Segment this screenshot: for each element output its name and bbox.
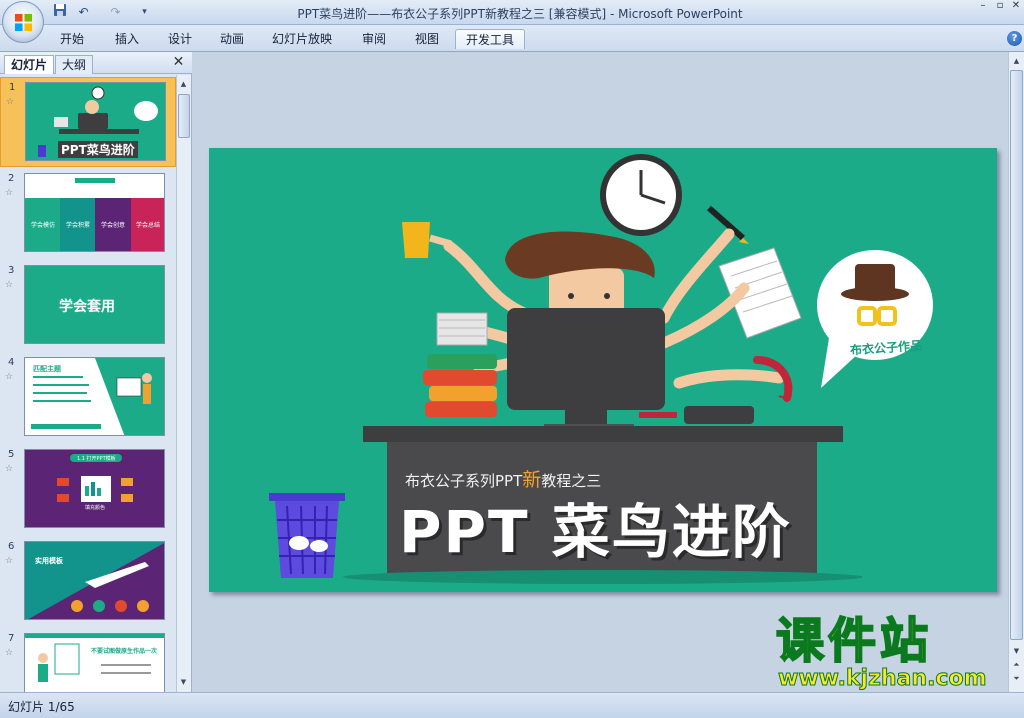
thumbnail-title: 不要试图做原生作品一次 bbox=[91, 648, 158, 655]
close-icon[interactable]: ✕ bbox=[1008, 0, 1024, 13]
thumbnail-title: 1.1 打开PPT模板 bbox=[77, 456, 116, 462]
thumbnail-image: 实用模板 bbox=[24, 541, 165, 620]
thumbnail-title: 匹配主题 bbox=[33, 365, 61, 373]
scrollbar-thumb[interactable] bbox=[1010, 70, 1023, 640]
thumbnail-image: 1.1 打开PPT模板 填充颜色 bbox=[24, 449, 165, 528]
slide-counter: 幻灯片 1/65 bbox=[8, 700, 75, 714]
thumbnail-image: 学会套用 bbox=[24, 265, 165, 344]
slide-title: PPT 菜鸟进阶 bbox=[399, 498, 792, 566]
trash-bin-icon bbox=[269, 493, 345, 578]
tab-slideshow[interactable]: 幻灯片放映 bbox=[270, 29, 334, 49]
status-bar: 幻灯片 1/65 bbox=[0, 692, 1024, 718]
animation-star-icon: ☆ bbox=[5, 280, 14, 290]
slide-thumbnail-6[interactable]: 6 ☆ 实用模板 bbox=[0, 537, 176, 627]
scroll-up-icon[interactable]: ▲ bbox=[177, 77, 190, 91]
ribbon: 开始 插入 设计 动画 幻灯片放映 审阅 视图 开发工具 ? bbox=[0, 25, 1024, 52]
scroll-down-icon[interactable]: ▼ bbox=[177, 675, 190, 689]
tab-view[interactable]: 视图 bbox=[413, 29, 441, 49]
tab-outline[interactable]: 大纲 bbox=[55, 55, 94, 74]
scroll-up-icon[interactable]: ▲ bbox=[1010, 54, 1023, 68]
coffee-cup-icon bbox=[402, 222, 452, 258]
clock-icon bbox=[600, 154, 682, 236]
slide-number: 4 bbox=[8, 357, 15, 368]
close-pane-icon[interactable]: ✕ bbox=[171, 55, 186, 70]
watermark-text: 课件站 bbox=[775, 613, 933, 669]
thumbnail-title: PPT菜鸟进阶 bbox=[58, 141, 138, 158]
slides-pane: 幻灯片 大纲 ✕ 1 ☆ PPT菜鸟进阶 2 ☆ 学会模仿 学会积累 学会创意 … bbox=[0, 52, 192, 692]
slide-canvas[interactable]: 布衣公子作品 布衣公子系列PPT新教程之三 PPT 菜鸟进阶 bbox=[209, 148, 997, 592]
tab-home[interactable]: 开始 bbox=[58, 29, 86, 49]
editor-scrollbar[interactable]: ▲ ▼ ⏶ ⏷ bbox=[1008, 52, 1024, 692]
slide-thumbnail-3[interactable]: 3 ☆ 学会套用 bbox=[0, 261, 176, 351]
slide-number: 6 bbox=[8, 541, 15, 552]
animation-star-icon: ☆ bbox=[6, 97, 15, 107]
thumbnail-label: 学会创意 bbox=[101, 222, 126, 229]
powerpoint-window: ↶ ↷ ▾ PPT菜鸟进阶——布衣公子系列PPT新教程之三 [兼容模式] - M… bbox=[0, 0, 1024, 718]
thumbnail-title: 实用模板 bbox=[35, 557, 63, 565]
title-bar: ↶ ↷ ▾ PPT菜鸟进阶——布衣公子系列PPT新教程之三 [兼容模式] - M… bbox=[0, 0, 1024, 25]
redo-icon[interactable]: ↷ bbox=[106, 3, 125, 21]
watermark: 课件站 www.kjzhan.com bbox=[770, 613, 1020, 694]
slide-thumbnail-2[interactable]: 2 ☆ 学会模仿 学会积累 学会创意 学会总结 bbox=[0, 169, 176, 259]
thumbnail-title: 学会套用 bbox=[59, 299, 115, 315]
thumbnail-list: 1 ☆ PPT菜鸟进阶 2 ☆ 学会模仿 学会积累 学会创意 学会总结 3 ☆ … bbox=[0, 75, 176, 692]
scrollbar-thumb[interactable] bbox=[178, 94, 190, 138]
save-icon[interactable] bbox=[50, 3, 69, 21]
thumbnail-label: 学会总结 bbox=[136, 222, 161, 229]
slide-number: 1 bbox=[9, 82, 16, 93]
thumbnail-scrollbar[interactable]: ▲ ▼ bbox=[176, 75, 191, 692]
animation-star-icon: ☆ bbox=[5, 556, 14, 566]
customize-icon[interactable]: ▾ bbox=[135, 3, 154, 21]
tab-slides[interactable]: 幻灯片 bbox=[4, 55, 55, 74]
thumbnail-label: 学会积累 bbox=[66, 222, 91, 229]
minimize-icon[interactable]: – bbox=[975, 0, 991, 13]
animation-star-icon: ☆ bbox=[5, 372, 14, 382]
tab-insert[interactable]: 插入 bbox=[113, 29, 141, 49]
slide-number: 2 bbox=[8, 173, 15, 184]
slide-thumbnail-4[interactable]: 4 ☆ 匹配主题 bbox=[0, 353, 176, 443]
thumbnail-image: PPT菜鸟进阶 bbox=[25, 82, 166, 161]
thumbnail-center: 填充颜色 bbox=[85, 505, 106, 511]
tab-design[interactable]: 设计 bbox=[166, 29, 194, 49]
tab-review[interactable]: 审阅 bbox=[360, 29, 388, 49]
watermark-url: www.kjzhan.com bbox=[778, 666, 988, 692]
books-icon bbox=[423, 312, 497, 417]
slide-number: 5 bbox=[8, 449, 15, 460]
slide-thumbnail-7[interactable]: 7 ☆ 不要试图做原生作品一次 bbox=[0, 629, 176, 692]
restore-icon[interactable]: ▫ bbox=[992, 0, 1008, 13]
animation-star-icon: ☆ bbox=[5, 188, 14, 198]
window-title: PPT菜鸟进阶——布衣公子系列PPT新教程之三 [兼容模式] - Microso… bbox=[297, 7, 743, 21]
thumbnail-image: 不要试图做原生作品一次 bbox=[24, 633, 165, 692]
thumbnail-label: 学会模仿 bbox=[31, 222, 56, 229]
pane-tabs: 幻灯片 大纲 ✕ bbox=[0, 52, 192, 74]
office-logo-icon bbox=[14, 13, 33, 32]
undo-icon[interactable]: ↶ bbox=[74, 3, 93, 21]
slide-number: 3 bbox=[8, 265, 15, 276]
thumbnail-image: 匹配主题 bbox=[24, 357, 165, 436]
slide-thumbnail-5[interactable]: 5 ☆ 1.1 打开PPT模板 填充颜色 bbox=[0, 445, 176, 535]
slide-number: 7 bbox=[8, 633, 15, 644]
paper-icon bbox=[718, 247, 802, 339]
thumbnail-image: 学会模仿 学会积累 学会创意 学会总结 bbox=[24, 173, 165, 252]
animation-star-icon: ☆ bbox=[5, 464, 14, 474]
animation-star-icon: ☆ bbox=[5, 648, 14, 658]
slide-editor: 布衣公子作品 布衣公子系列PPT新教程之三 PPT 菜鸟进阶 bbox=[193, 52, 1008, 692]
slide-thumbnail-1[interactable]: 1 ☆ PPT菜鸟进阶 bbox=[0, 77, 176, 167]
tab-animation[interactable]: 动画 bbox=[218, 29, 246, 49]
help-icon[interactable]: ? bbox=[1007, 31, 1022, 46]
brand-badge-icon bbox=[817, 250, 933, 388]
monitor-icon bbox=[507, 308, 665, 429]
office-button[interactable] bbox=[2, 1, 44, 43]
tab-developer[interactable]: 开发工具 bbox=[455, 29, 526, 49]
